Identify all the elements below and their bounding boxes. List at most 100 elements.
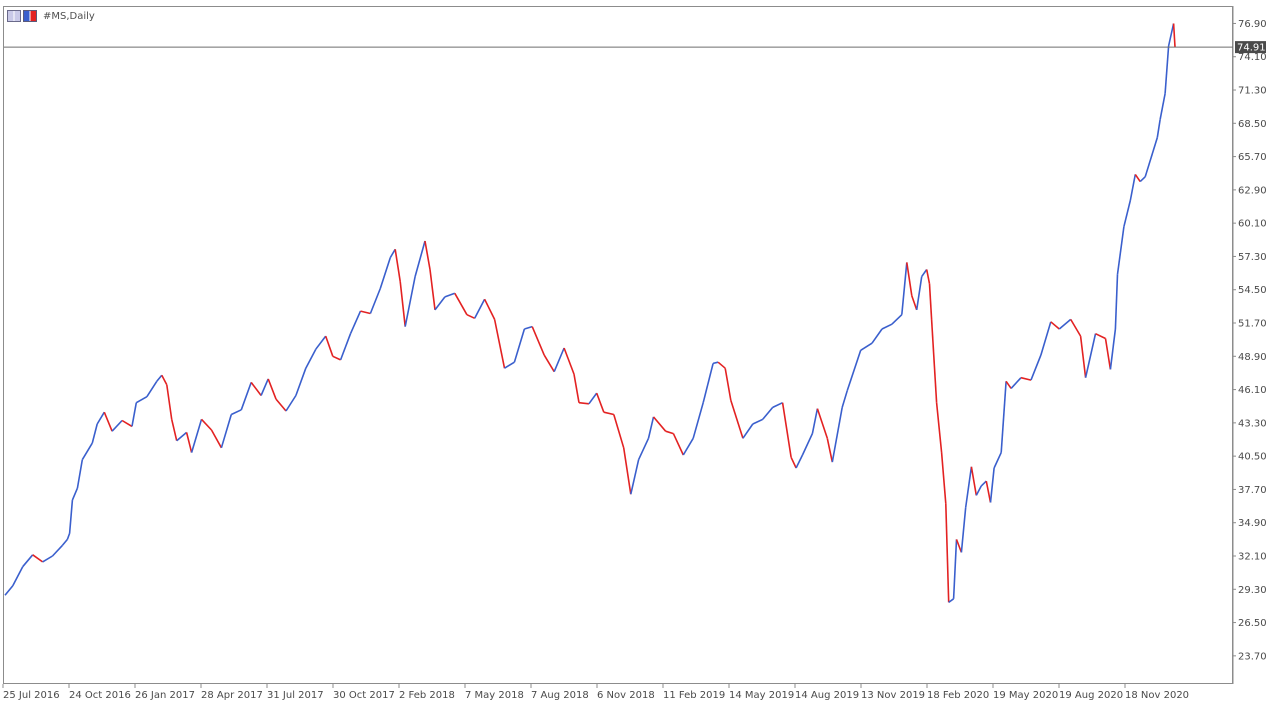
price-segment: [531, 326, 545, 356]
x-tick-label: 6 Nov 2018: [597, 690, 655, 701]
x-tick-label: 24 Oct 2016: [69, 690, 131, 701]
price-segment: [970, 466, 978, 496]
price-segment: [185, 432, 193, 453]
price-segment: [121, 419, 133, 428]
y-tick-label: 76.90: [1238, 19, 1267, 30]
x-tick-label: 11 Feb 2019: [663, 690, 725, 701]
price-segment: [493, 319, 506, 369]
y-tick-label: 54.50: [1238, 285, 1267, 296]
x-tick-label: 19 May 2020: [993, 690, 1058, 701]
price-segment: [68, 500, 74, 534]
price-segment: [730, 400, 744, 439]
price-segment: [1084, 333, 1097, 378]
price-segment: [960, 507, 967, 553]
y-tick-label: 29.30: [1238, 585, 1267, 596]
x-tick-label: 31 Jul 2017: [267, 690, 324, 701]
price-segment: [1000, 381, 1007, 453]
price-segment: [240, 382, 252, 411]
price-segment: [795, 454, 804, 469]
price-segment: [935, 402, 943, 453]
y-axis: 76.90 74.10 71.30 68.50 65.70 62.90 60.10 57.30…: [1233, 19, 1267, 662]
price-segment: [399, 281, 406, 327]
chart-window-maximize-icon[interactable]: [23, 10, 37, 22]
price-segment: [339, 333, 352, 361]
price-segment: [12, 566, 24, 587]
price-segment: [906, 262, 913, 296]
price-segment: [275, 398, 287, 412]
price-segment: [285, 395, 297, 412]
price-segment: [190, 419, 203, 453]
price-segment: [952, 539, 958, 599]
price-segment: [111, 419, 123, 432]
price-segment: [389, 248, 396, 259]
price-segment: [76, 459, 84, 489]
price-segment: [955, 539, 963, 553]
price-segment: [781, 402, 792, 458]
price-segment: [860, 342, 873, 351]
price-segment: [32, 554, 44, 563]
price-segment: [989, 467, 995, 503]
price-segment: [702, 363, 714, 403]
price-segment: [91, 423, 98, 444]
y-tick-label: 68.50: [1238, 119, 1267, 130]
price-segment: [1030, 354, 1042, 381]
price-segment: [945, 503, 950, 603]
price-segment: [1116, 226, 1125, 275]
price-segment: [1070, 318, 1082, 337]
x-tick-label: 19 Aug 2020: [1059, 690, 1123, 701]
price-segment: [483, 298, 496, 320]
y-tick-label: 40.50: [1238, 452, 1267, 463]
price-segment: [1005, 380, 1012, 389]
price-segment: [260, 378, 269, 396]
price-segment: [61, 538, 69, 546]
y-tick-label: 48.90: [1238, 352, 1267, 363]
price-segment: [444, 292, 456, 298]
price-segment: [975, 485, 983, 496]
price-segment: [504, 361, 515, 369]
price-segment: [404, 276, 416, 327]
price-segment: [1114, 274, 1119, 330]
price-segment: [1058, 318, 1072, 330]
price-segment: [131, 402, 138, 427]
price-segment: [816, 408, 829, 439]
current-price-tag: 74.91: [1235, 41, 1266, 54]
price-segment: [146, 380, 158, 398]
price-segment: [672, 433, 685, 456]
price-segment: [360, 310, 371, 315]
price-segment: [790, 456, 797, 469]
price-segment: [724, 368, 732, 401]
price-segment: [414, 240, 426, 277]
price-segment: [434, 296, 446, 311]
price-segment: [1123, 200, 1132, 227]
price-segment: [622, 447, 632, 495]
y-tick-label: 37.70: [1238, 485, 1267, 496]
price-segment: [161, 374, 168, 386]
price-segment: [603, 411, 614, 416]
price-segment: [170, 419, 178, 441]
price-segment: [1095, 332, 1106, 340]
price-segment: [993, 452, 1002, 469]
y-tick-label: 62.90: [1238, 185, 1267, 196]
price-segment: [176, 431, 188, 442]
price-segment: [1010, 377, 1022, 389]
price-segment: [394, 249, 401, 282]
price-segment: [911, 295, 918, 311]
x-tick-label: 28 Apr 2017: [201, 690, 263, 701]
price-segment: [543, 354, 555, 373]
price-segment: [379, 257, 392, 289]
price-segment: [980, 480, 987, 487]
y-tick-label: 51.70: [1238, 319, 1267, 330]
price-segment: [692, 402, 704, 439]
x-axis: 25 Jul 2016 24 Oct 2016 26 Jan 2017 28 Apr …: [2, 684, 1189, 701]
price-series: [4, 23, 1176, 604]
x-tick-label: 13 Nov 2019: [861, 690, 925, 701]
price-segment: [210, 429, 223, 449]
chart-window-icon[interactable]: [7, 10, 21, 22]
price-segment: [563, 347, 575, 375]
price-segment: [871, 328, 883, 344]
price-segment: [772, 401, 783, 409]
price-chart[interactable]: 76.90 74.10 71.30 68.50 65.70 62.90 60.10 57.30…: [0, 0, 1280, 708]
price-segment: [578, 401, 589, 405]
y-tick-label: 23.70: [1238, 651, 1267, 662]
price-segment: [752, 418, 764, 425]
